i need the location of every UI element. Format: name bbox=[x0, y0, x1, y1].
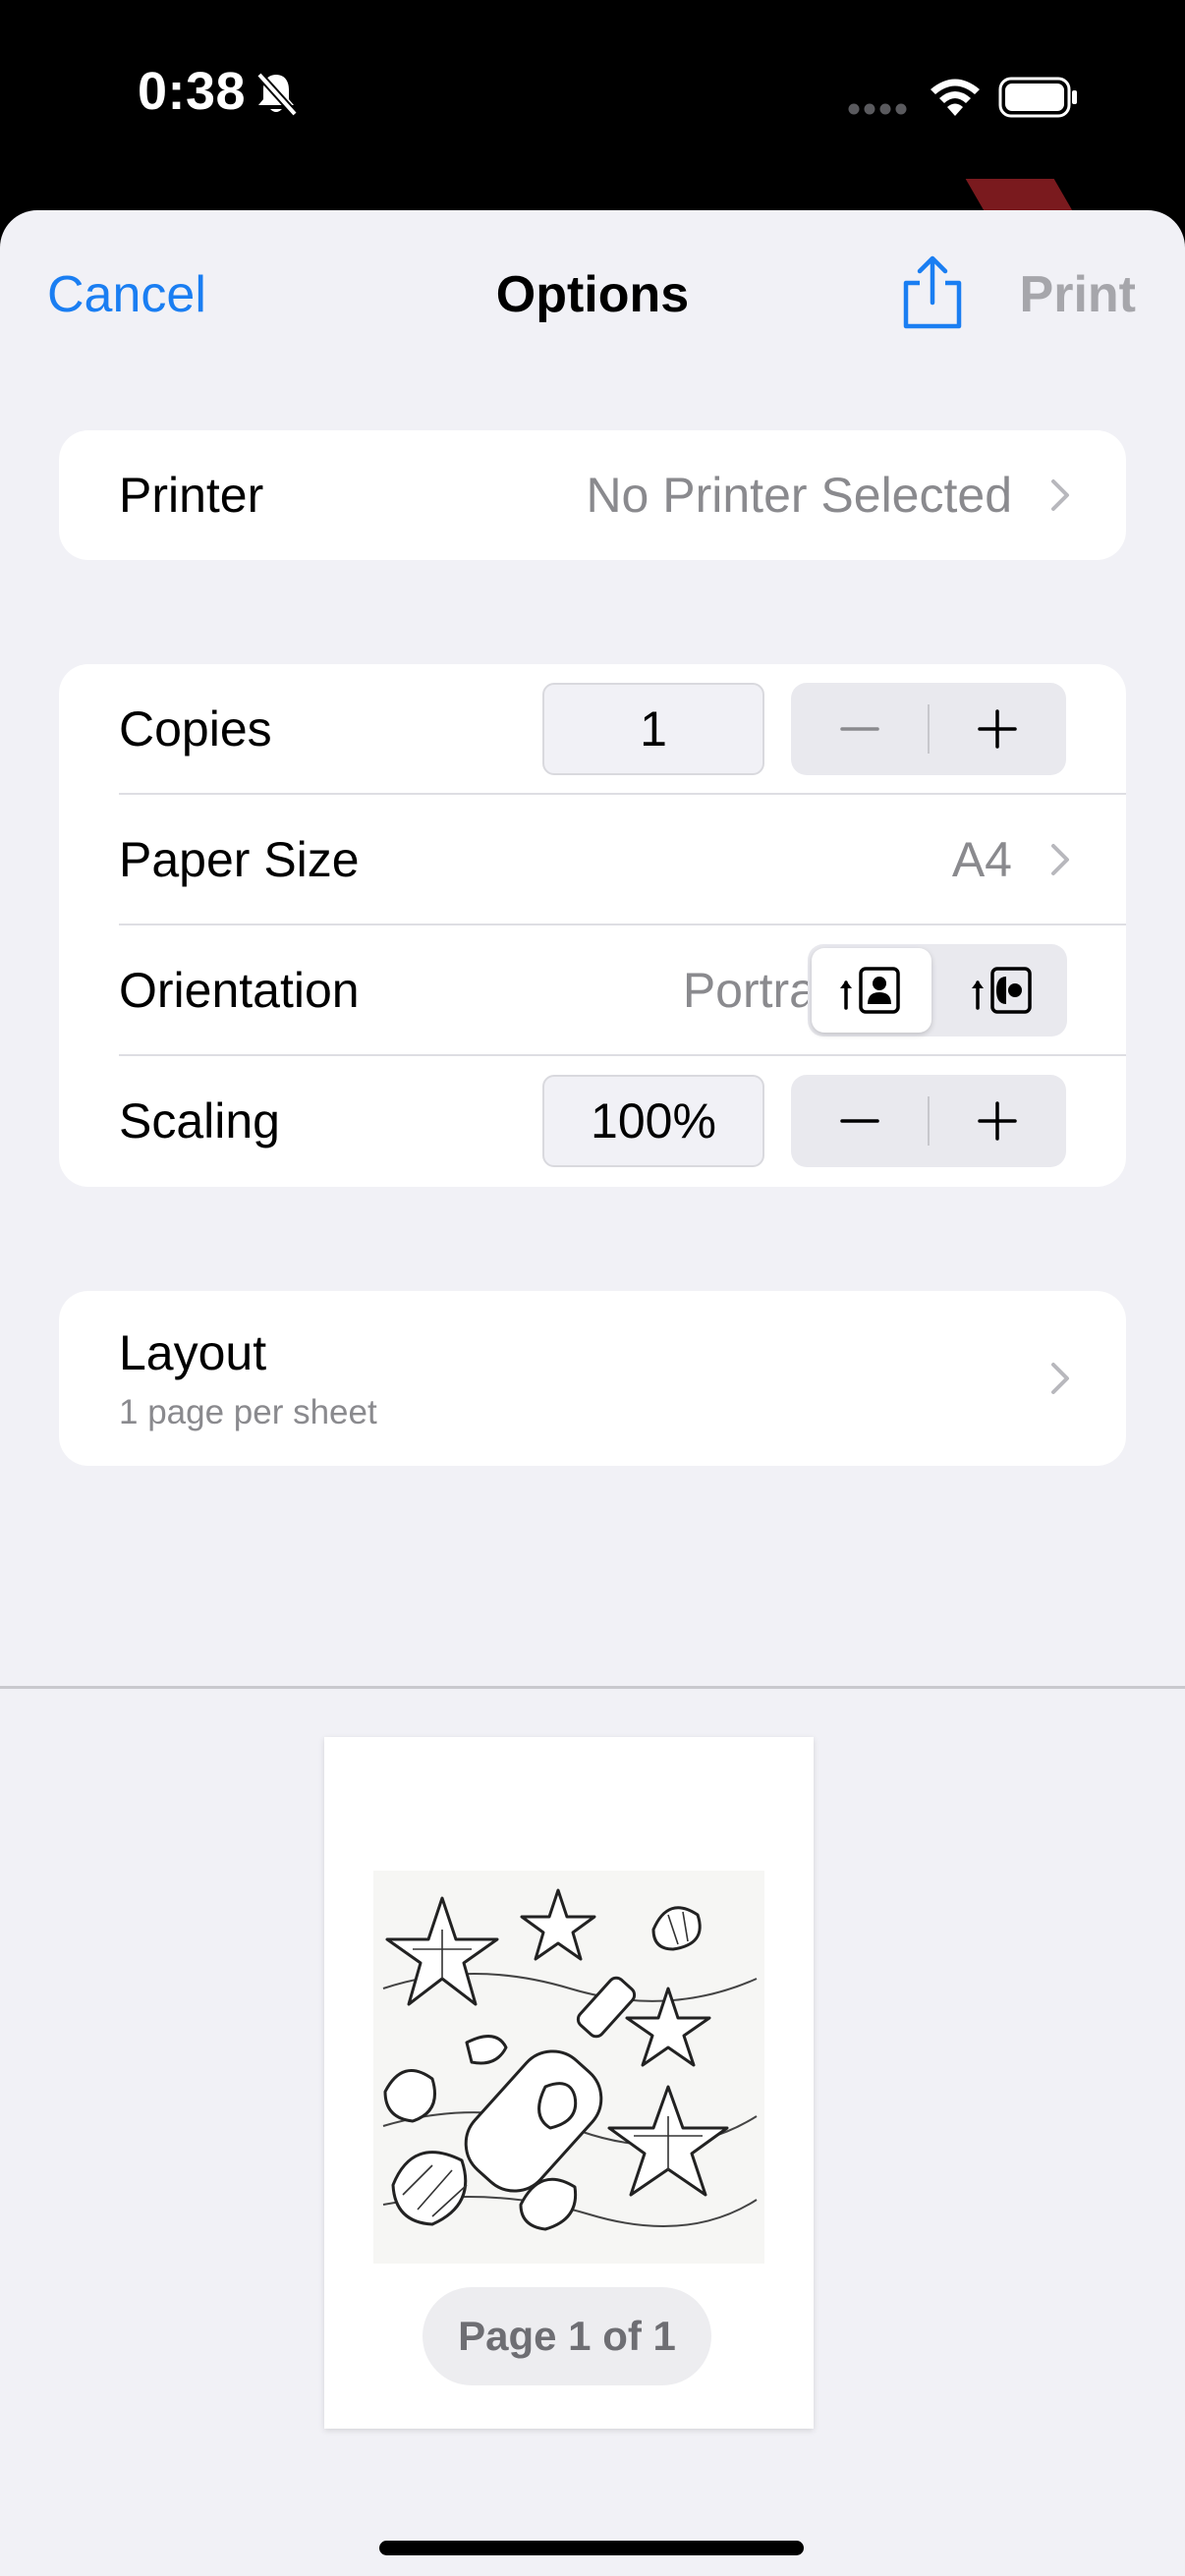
printer-card: Printer No Printer Selected bbox=[59, 430, 1126, 560]
bell-slash-icon bbox=[252, 69, 301, 123]
scaling-field[interactable]: 100% bbox=[542, 1075, 764, 1167]
orientation-row: Orientation Portrait bbox=[59, 925, 1126, 1055]
home-indicator[interactable] bbox=[379, 2541, 804, 2555]
page-indicator: Page 1 of 1 bbox=[423, 2287, 711, 2385]
seashells-artwork bbox=[373, 1871, 764, 2264]
battery-icon bbox=[998, 77, 1079, 123]
chevron-right-icon bbox=[1049, 842, 1071, 882]
navigation-bar: Cancel Options Print bbox=[0, 210, 1185, 377]
status-bar: 0:38 bbox=[0, 0, 1185, 196]
landscape-icon[interactable] bbox=[943, 948, 1063, 1033]
scaling-row: Scaling 100% bbox=[59, 1056, 1126, 1186]
preview-divider bbox=[0, 1686, 1185, 1689]
layout-card[interactable]: Layout 1 page per sheet bbox=[59, 1291, 1126, 1466]
printer-row[interactable]: Printer No Printer Selected bbox=[59, 430, 1126, 560]
scaling-decrement-button[interactable] bbox=[791, 1075, 929, 1167]
print-settings-card: Copies 1 Paper Size A4 Orientation Portr… bbox=[59, 664, 1126, 1187]
print-options-sheet: Cancel Options Print Printer No Printer … bbox=[0, 210, 1185, 2576]
scaling-label: Scaling bbox=[119, 1093, 280, 1148]
scaling-stepper bbox=[791, 1075, 1066, 1167]
status-time: 0:38 bbox=[138, 62, 247, 121]
page-title: Options bbox=[495, 266, 690, 323]
copies-field[interactable]: 1 bbox=[542, 683, 764, 775]
orientation-segmented-control bbox=[808, 944, 1067, 1036]
portrait-icon[interactable] bbox=[812, 948, 931, 1033]
copies-increment-button[interactable] bbox=[929, 683, 1066, 775]
paper-size-row[interactable]: Paper Size A4 bbox=[59, 795, 1126, 924]
chevron-right-icon bbox=[1049, 1361, 1071, 1401]
paper-size-label: Paper Size bbox=[119, 832, 360, 887]
page-preview[interactable]: Page 1 of 1 bbox=[324, 1737, 814, 2429]
copies-label: Copies bbox=[119, 701, 272, 756]
more-dots-icon bbox=[847, 102, 908, 121]
share-icon[interactable] bbox=[898, 253, 967, 337]
layout-label: Layout bbox=[119, 1325, 267, 1380]
copies-stepper bbox=[791, 683, 1066, 775]
scaling-increment-button[interactable] bbox=[929, 1075, 1066, 1167]
layout-value: 1 page per sheet bbox=[119, 1393, 377, 1431]
wifi-icon bbox=[928, 75, 983, 123]
chevron-right-icon bbox=[1049, 477, 1071, 518]
copies-decrement-button[interactable] bbox=[791, 683, 929, 775]
printer-label: Printer bbox=[119, 468, 264, 523]
copies-row: Copies 1 bbox=[59, 664, 1126, 794]
orientation-label: Orientation bbox=[119, 963, 360, 1018]
paper-size-value: A4 bbox=[951, 832, 1012, 887]
print-button[interactable]: Print bbox=[1020, 265, 1136, 324]
printer-value: No Printer Selected bbox=[586, 468, 1012, 523]
